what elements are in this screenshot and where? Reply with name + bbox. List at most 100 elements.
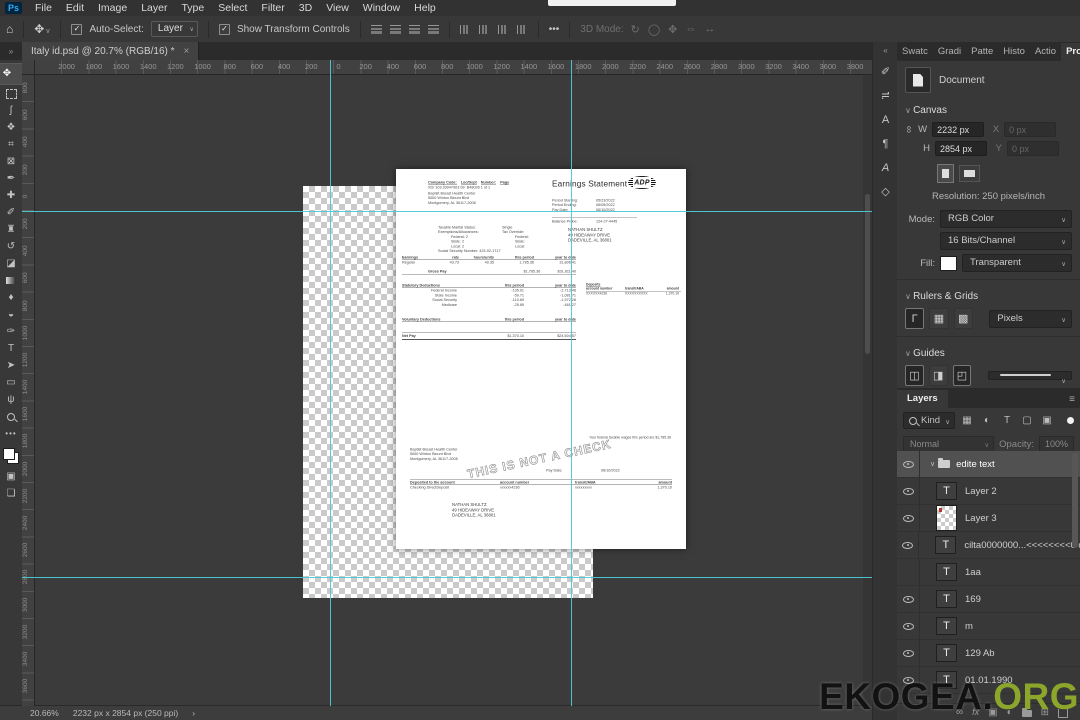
layer-visibility-toggle[interactable] bbox=[897, 505, 920, 531]
layer-visibility-toggle[interactable] bbox=[897, 559, 920, 585]
history-brush-tool[interactable]: ↺ bbox=[1, 238, 21, 255]
vertical-ruler[interactable]: 800 600 400 200 0 200 400 600 800 1000 1200 1400 160… bbox=[22, 74, 35, 706]
dodge-tool[interactable]: ◒ bbox=[1, 306, 21, 323]
menu-item[interactable]: Window bbox=[356, 2, 407, 14]
panel-tab[interactable]: Patte bbox=[966, 43, 998, 61]
glyphs-panel-icon[interactable]: A bbox=[875, 157, 896, 178]
fill-type-select[interactable]: Transparent bbox=[962, 254, 1072, 272]
layer-visibility-toggle[interactable] bbox=[897, 640, 920, 666]
guides-section-header[interactable]: Guides bbox=[897, 342, 1080, 363]
brush-settings-icon[interactable]: ✐ bbox=[875, 61, 896, 82]
menu-item[interactable]: Layer bbox=[134, 2, 174, 14]
clear-guides-button[interactable]: ◰ bbox=[952, 365, 972, 386]
layer-filter-select[interactable]: Kind bbox=[903, 412, 956, 429]
menu-item[interactable]: File bbox=[28, 2, 59, 14]
menu-item[interactable]: Select bbox=[211, 2, 254, 14]
panel-tab[interactable]: Histo bbox=[998, 43, 1030, 61]
filter-smart-objects-icon[interactable]: ▣ bbox=[1039, 413, 1055, 428]
toggle-guides-button[interactable]: ◫ bbox=[905, 365, 924, 386]
toggle-rulers-button[interactable]: Γ bbox=[905, 308, 925, 329]
healing-brush-tool[interactable]: ✚ bbox=[1, 187, 21, 204]
layer-group-row[interactable]: ∨ edite text bbox=[897, 451, 1080, 478]
link-dimensions-icon[interactable]: ∞ bbox=[903, 126, 914, 133]
zoom-tool[interactable] bbox=[1, 408, 21, 425]
opacity-value[interactable]: 100% bbox=[1038, 436, 1074, 452]
menu-item[interactable]: Help bbox=[407, 2, 443, 14]
ruler-origin-corner[interactable] bbox=[22, 60, 35, 75]
shape-tool[interactable]: ▭ bbox=[1, 374, 21, 391]
vertical-guide[interactable] bbox=[330, 60, 331, 706]
foreground-color-swatch[interactable] bbox=[3, 448, 15, 460]
edit-toolbar-button[interactable]: ••• bbox=[1, 425, 21, 442]
vertical-guide[interactable] bbox=[571, 60, 572, 706]
dock-expand-icon[interactable]: « bbox=[883, 46, 887, 55]
quick-mask-icon[interactable]: ▣ bbox=[1, 468, 21, 485]
canvas-vertical-scrollbar[interactable] bbox=[863, 74, 872, 706]
align-bottom-icon[interactable] bbox=[427, 24, 439, 34]
auto-select-target-select[interactable]: Layer bbox=[150, 21, 198, 37]
color-mode-select[interactable]: RGB Color bbox=[940, 210, 1072, 228]
eyedropper-tool[interactable]: ✒ bbox=[1, 170, 21, 187]
marquee-tool[interactable] bbox=[1, 85, 21, 102]
toggle-snap-button[interactable]: ▩ bbox=[953, 308, 973, 329]
menu-item[interactable]: Image bbox=[91, 2, 134, 14]
fill-color-swatch[interactable] bbox=[940, 255, 957, 271]
color-swatches[interactable] bbox=[3, 448, 19, 464]
toolbar-collapse-icon[interactable]: » bbox=[0, 47, 22, 60]
toggle-grid-button[interactable]: ▦ bbox=[929, 308, 949, 329]
lasso-tool[interactable]: ʃ bbox=[1, 102, 21, 119]
gradient-tool[interactable] bbox=[1, 272, 21, 289]
layer-thumbnail[interactable]: T bbox=[935, 536, 957, 554]
horizontal-ruler[interactable]: 2000 1800 1600 1400 1200 1000 800 600 400 200 0 200… bbox=[34, 60, 872, 75]
canvas-section-header[interactable]: Canvas bbox=[897, 99, 1080, 120]
libraries-panel-icon[interactable]: ◇ bbox=[875, 181, 896, 202]
layers-menu-icon[interactable]: ≡ bbox=[1064, 394, 1080, 408]
brush-tool[interactable]: ✐ bbox=[1, 204, 21, 221]
menu-item[interactable]: View bbox=[319, 2, 356, 14]
layer-row[interactable]: T 169 bbox=[897, 586, 1080, 613]
menu-item[interactable]: 3D bbox=[292, 2, 319, 14]
clone-stamp-tool[interactable]: ♜ bbox=[1, 221, 21, 238]
layer-thumbnail[interactable]: T bbox=[936, 590, 957, 608]
document-page[interactable]: Company Code: Loc/Dept Number: Page XD/ 103… bbox=[396, 169, 686, 549]
path-selection-tool[interactable]: ➤ bbox=[1, 357, 21, 374]
horizontal-guide[interactable] bbox=[22, 211, 872, 212]
type-tool[interactable]: T bbox=[1, 340, 21, 357]
layer-thumbnail[interactable]: T bbox=[936, 482, 957, 500]
home-icon[interactable]: ⌂ bbox=[6, 23, 13, 35]
panel-tab[interactable]: Actio bbox=[1030, 43, 1061, 61]
document-tab[interactable]: Italy id.psd @ 20.7% (RGB/16) * × bbox=[22, 42, 200, 60]
menu-item[interactable]: Edit bbox=[59, 2, 91, 14]
layer-visibility-toggle[interactable] bbox=[897, 613, 920, 639]
layer-thumbnail[interactable]: T bbox=[936, 617, 957, 635]
layers-scrollbar[interactable] bbox=[1072, 453, 1078, 548]
layer-visibility-toggle[interactable] bbox=[897, 532, 920, 558]
zoom-level[interactable]: 20.66% bbox=[30, 708, 59, 718]
panel-tab[interactable]: Swatc bbox=[897, 43, 933, 61]
more-options-button[interactable]: ••• bbox=[549, 24, 560, 35]
layer-row[interactable]: T cilta0000000...<<<<<<<<0 d bbox=[897, 532, 1080, 559]
hand-tool[interactable]: ψ bbox=[1, 391, 21, 408]
layer-visibility-toggle[interactable] bbox=[897, 451, 920, 477]
menu-item[interactable]: Filter bbox=[254, 2, 291, 14]
layer-thumbnail[interactable]: T bbox=[936, 563, 957, 581]
eraser-tool[interactable]: ◪ bbox=[1, 255, 21, 272]
menu-item[interactable]: Type bbox=[174, 2, 211, 14]
layers-tab[interactable]: Layers bbox=[897, 390, 948, 408]
close-tab-icon[interactable]: × bbox=[184, 46, 190, 57]
filter-shape-layers-icon[interactable]: ▢ bbox=[1019, 413, 1035, 428]
layer-row[interactable]: T Layer 2 bbox=[897, 478, 1080, 505]
distribute-left-icon[interactable] bbox=[516, 24, 528, 34]
canvas-viewport[interactable]: 2000 1800 1600 1400 1200 1000 800 600 400 200 0 200… bbox=[22, 60, 872, 706]
bit-depth-select[interactable]: 16 Bits/Channel bbox=[940, 232, 1072, 250]
filter-adjustment-layers-icon[interactable]: ◐ bbox=[979, 413, 995, 428]
layer-row[interactable]: T 1aa bbox=[897, 559, 1080, 586]
landscape-orientation-button[interactable] bbox=[959, 165, 980, 182]
filter-pixel-layers-icon[interactable]: ▦ bbox=[959, 413, 975, 428]
frame-tool[interactable]: ⊠ bbox=[1, 153, 21, 170]
distribute-bottom-icon[interactable] bbox=[497, 24, 509, 34]
canvas-width-input[interactable]: 2232 px bbox=[932, 122, 985, 137]
layer-thumbnail[interactable] bbox=[936, 505, 957, 531]
brush-presets-icon[interactable]: ≓ bbox=[875, 85, 896, 106]
layer-visibility-toggle[interactable] bbox=[897, 478, 920, 504]
